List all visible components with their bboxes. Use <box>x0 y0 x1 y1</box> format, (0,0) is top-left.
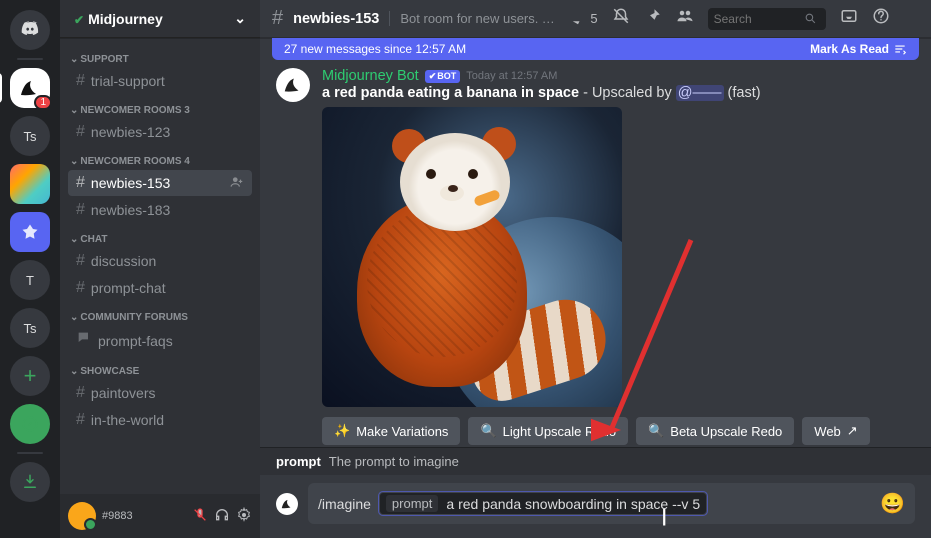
pinned-icon[interactable] <box>644 7 662 30</box>
hash-icon: # <box>76 411 85 429</box>
channel-header: # newbies-153 Bot room for new users. Ty… <box>260 0 931 38</box>
user-tag: #9883 <box>102 510 186 522</box>
channel-prompt-chat[interactable]: #prompt-chat <box>68 275 252 301</box>
server-ts-1[interactable]: Ts <box>10 116 50 156</box>
external-link-icon: ↗ <box>847 423 858 439</box>
channel-in-the-world[interactable]: #in-the-world <box>68 407 252 433</box>
channel-discussion[interactable]: #discussion <box>68 248 252 274</box>
emoji-picker-button[interactable]: 😀 <box>880 491 905 516</box>
download-button[interactable] <box>10 462 50 502</box>
mute-icon[interactable] <box>192 507 208 526</box>
channel-list[interactable]: ⌄SUPPORT #trial-support ⌄NEWCOMER ROOMS … <box>60 38 260 494</box>
bot-tag: ✔ BOT <box>425 70 461 83</box>
hash-bot-icon: # <box>76 201 85 219</box>
server-ts-2[interactable]: Ts <box>10 308 50 348</box>
param-name-chip: prompt <box>386 495 438 512</box>
main-content: # newbies-153 Bot room for new users. Ty… <box>260 0 931 538</box>
mark-as-read-button[interactable]: Mark As Read <box>810 42 907 56</box>
server-purple[interactable] <box>10 212 50 252</box>
channel-paintovers[interactable]: #paintovers <box>68 380 252 406</box>
hash-bot-icon: # <box>76 174 85 192</box>
message-input[interactable]: /imagine prompt a red panda snowboarding… <box>308 483 915 524</box>
forum-icon <box>76 330 92 351</box>
channel-prompt-faqs[interactable]: prompt-faqs <box>68 326 252 355</box>
deafen-icon[interactable] <box>214 507 230 526</box>
category-support[interactable]: ⌄SUPPORT <box>64 44 256 67</box>
message-author[interactable]: Midjourney Bot <box>322 68 419 84</box>
new-messages-text: 27 new messages since 12:57 AM <box>284 42 466 56</box>
user-avatar[interactable] <box>68 502 96 530</box>
search-icon <box>804 12 817 25</box>
message-text: a red panda eating a banana in space - U… <box>322 85 915 101</box>
hash-bot-icon: # <box>76 123 85 141</box>
command-hint: prompt The prompt to imagine <box>260 447 931 475</box>
discord-home[interactable] <box>10 10 50 50</box>
notification-badge: 1 <box>34 95 52 110</box>
server-header[interactable]: ✔ Midjourney ⌄ <box>60 0 260 38</box>
channel-newbies-153[interactable]: #newbies-153 <box>68 170 252 196</box>
text-cursor-icon: ┃ <box>660 509 668 526</box>
hash-icon: # <box>76 279 85 297</box>
user-panel: #9883 <box>60 494 260 538</box>
message-timestamp: Today at 12:57 AM <box>466 70 557 82</box>
sparkle-icon: ✨ <box>334 423 350 439</box>
user-mention[interactable]: @—— <box>676 85 724 101</box>
channel-newbies-183[interactable]: #newbies-183 <box>68 197 252 223</box>
new-messages-bar[interactable]: 27 new messages since 12:57 AM Mark As R… <box>272 38 919 60</box>
channel-newbies-123[interactable]: #newbies-123 <box>68 119 252 145</box>
magnifier-icon: 🔍 <box>648 423 664 439</box>
hint-description: The prompt to imagine <box>329 454 459 469</box>
members-icon[interactable] <box>676 7 694 30</box>
category-forums[interactable]: ⌄COMMUNITY FORUMS <box>64 302 256 325</box>
message-input-row: /imagine prompt a red panda snowboarding… <box>260 475 931 538</box>
notifications-icon[interactable] <box>612 7 630 30</box>
web-button[interactable]: Web↗ <box>802 417 869 445</box>
action-buttons: ✨Make Variations 🔍Light Upscale Redo 🔍Be… <box>322 417 915 445</box>
server-rainbow[interactable] <box>10 164 50 204</box>
channel-title: newbies-153 <box>293 11 379 27</box>
inbox-icon[interactable] <box>840 7 858 30</box>
generated-image[interactable] <box>322 107 622 407</box>
message: Midjourney Bot ✔ BOT Today at 12:57 AM a… <box>276 68 915 445</box>
explore-button[interactable] <box>10 404 50 444</box>
hash-icon: # <box>76 384 85 402</box>
channel-description: Bot room for new users. Typ... <box>389 11 559 26</box>
search-input[interactable] <box>714 12 804 26</box>
beta-upscale-button[interactable]: 🔍Beta Upscale Redo <box>636 417 794 445</box>
hash-bot-icon: # <box>272 7 283 30</box>
light-upscale-button[interactable]: 🔍Light Upscale Redo <box>468 417 628 445</box>
threads-icon[interactable]: 5 <box>569 10 597 28</box>
message-area: Midjourney Bot ✔ BOT Today at 12:57 AM a… <box>260 60 931 447</box>
hash-icon: # <box>76 252 85 270</box>
channel-trial-support[interactable]: #trial-support <box>68 68 252 94</box>
server-t[interactable]: T <box>10 260 50 300</box>
server-midjourney[interactable]: 1 <box>10 68 50 108</box>
server-list: 1 Ts T Ts + <box>0 0 60 538</box>
verified-icon: ✔ <box>74 13 84 27</box>
chevron-down-icon: ⌄ <box>234 10 246 27</box>
help-icon[interactable] <box>872 7 890 30</box>
hash-icon: # <box>76 72 85 90</box>
add-server-button[interactable]: + <box>10 356 50 396</box>
magnifier-icon: 🔍 <box>480 423 496 439</box>
command-app-avatar <box>276 493 298 515</box>
channel-sidebar: ✔ Midjourney ⌄ ⌄SUPPORT #trial-support ⌄N… <box>60 0 260 538</box>
command-name: /imagine <box>318 496 371 512</box>
search-box[interactable] <box>708 8 826 30</box>
add-member-icon[interactable] <box>230 175 244 192</box>
param-input[interactable]: prompt a red panda snowboarding in space… <box>379 492 707 515</box>
category-newcomer-4[interactable]: ⌄NEWCOMER ROOMS 4 <box>64 146 256 169</box>
server-name-label: Midjourney <box>88 11 163 27</box>
category-showcase[interactable]: ⌄SHOWCASE <box>64 356 256 379</box>
hint-param-name: prompt <box>276 454 321 469</box>
make-variations-button[interactable]: ✨Make Variations <box>322 417 460 445</box>
settings-icon[interactable] <box>236 507 252 526</box>
category-newcomer-3[interactable]: ⌄NEWCOMER ROOMS 3 <box>64 95 256 118</box>
category-chat[interactable]: ⌄CHAT <box>64 224 256 247</box>
bot-avatar[interactable] <box>276 68 310 102</box>
